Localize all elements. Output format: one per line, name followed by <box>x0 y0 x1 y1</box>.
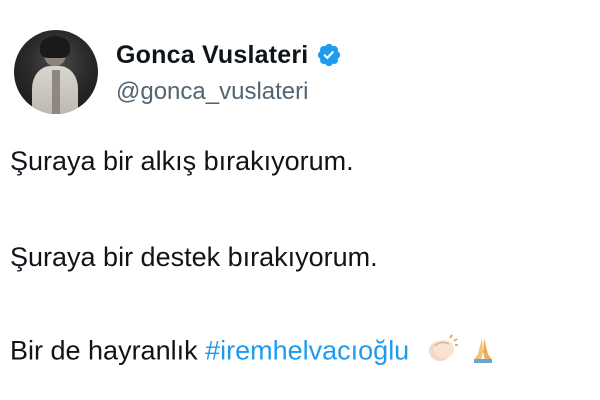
author-names: Gonca Vuslateri @gonca_vuslateri <box>116 38 342 106</box>
tweet-header: Gonca Vuslateri @gonca_vuslateri <box>14 30 342 116</box>
tweet-text-line-2: Şuraya bir destek bırakıyorum. <box>10 242 378 272</box>
folded-hands-icon <box>468 334 498 371</box>
clapping-hands-icon <box>425 334 459 371</box>
tweet-text-line-1: Şuraya bir alkış bırakıyorum. <box>10 146 354 176</box>
author-handle[interactable]: @gonca_vuslateri <box>116 78 342 106</box>
author-display-name[interactable]: Gonca Vuslateri <box>116 41 308 70</box>
tweet-text-line-3-prefix: Bir de hayranlık <box>10 335 206 366</box>
name-row: Gonca Vuslateri <box>116 38 342 72</box>
avatar-figure-hair <box>40 36 70 58</box>
verified-badge-icon <box>316 42 342 68</box>
avatar[interactable] <box>14 30 98 114</box>
hashtag-link[interactable]: #iremhelvacıoğlu <box>205 336 409 366</box>
tweet-text-line-3: Bir de hayranlık #iremhelvacıoğlu <box>10 334 498 371</box>
avatar-figure-shadow <box>52 70 60 114</box>
